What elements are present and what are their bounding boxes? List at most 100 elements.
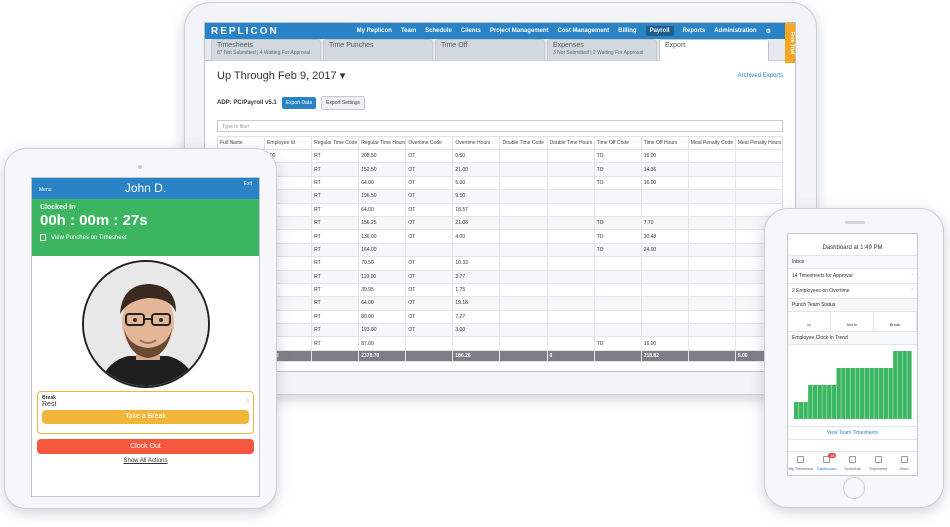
table-row[interactable]: RT 193.00 OT 3.00 — [216, 323, 784, 338]
table-cell — [499, 256, 548, 271]
column-header[interactable]: Regular Time Code — [311, 136, 360, 150]
settings-gear-icon[interactable]: ⚙ — [766, 28, 771, 35]
timesheets-approval-item[interactable]: 14 Timesheets for Approval › — [788, 269, 917, 284]
table-cell — [687, 175, 736, 191]
tab-export[interactable]: Export — [659, 39, 769, 61]
status-break[interactable]: Break — [874, 312, 917, 331]
view-punches-link[interactable]: View Punches on Timesheet — [40, 234, 251, 241]
show-all-actions-link[interactable]: Show All Actions — [32, 458, 259, 464]
table-cell: RT — [311, 202, 360, 217]
table-row[interactable]: 701RT64.00OT18.57 — [216, 202, 784, 217]
nav-item-billing[interactable]: Billing — [618, 28, 636, 34]
table-row[interactable]: 315RT164.00TO24.00 — [216, 242, 784, 258]
column-header[interactable]: Overtime Hours — [452, 136, 501, 150]
nav-item-clients[interactable]: Clients — [461, 28, 481, 34]
table-cell: OT — [405, 323, 454, 338]
clock-out-button[interactable]: Clock Out — [37, 439, 254, 454]
nav-item-schedule[interactable]: Schedule — [425, 28, 452, 34]
table-cell — [640, 202, 689, 217]
table-row[interactable]: 0RT64.00OT19.18 — [216, 296, 784, 311]
table-row[interactable]: 401RT152.50OT21.00TO14.36 — [216, 162, 784, 177]
table-cell — [593, 202, 642, 217]
archived-exports-link[interactable]: Archived Exports — [738, 73, 783, 79]
free-trial-button[interactable]: Free Trial — [785, 23, 795, 63]
trend-bar — [831, 385, 837, 419]
column-header[interactable]: Overtime Code — [405, 136, 454, 150]
take-break-button[interactable]: Take a Break — [42, 410, 249, 424]
tabbar-my-timesheet[interactable]: My Timesheet — [788, 452, 814, 475]
nav-item-my-replicon[interactable]: My Replicon — [357, 28, 392, 34]
table-cell — [546, 162, 595, 177]
nav-item-administration[interactable]: Administration — [714, 28, 756, 34]
trend-bar — [864, 368, 870, 419]
table-cell: 64.00 — [358, 202, 407, 217]
home-button[interactable] — [843, 477, 865, 499]
nav-item-cost-management[interactable]: Cost Management — [558, 28, 610, 34]
export-data-button[interactable]: Export Data — [281, 97, 317, 109]
total-cell: 0 — [546, 349, 595, 362]
tabbar-expenses[interactable]: Expenses — [865, 452, 891, 475]
table-cell: OT — [405, 148, 454, 164]
punch-tablet-device: Menu John D. Exit Clocked In 00h : 00m :… — [4, 148, 277, 509]
column-header[interactable]: Employee Id — [264, 136, 313, 150]
tabbar-label: Dashboard — [816, 466, 837, 471]
exit-button[interactable]: Exit — [244, 181, 252, 187]
table-cell: 208.50 — [358, 148, 407, 164]
table-row[interactable]: 32RT39.95OT1.75 — [216, 282, 784, 298]
nav-item-team[interactable]: Team — [401, 28, 416, 34]
table-row[interactable]: RT 87.00 TO 16.00 — [216, 336, 784, 351]
column-header[interactable]: Regular Time Hours — [358, 136, 407, 150]
table-cell — [452, 242, 501, 258]
table-cell: RT — [311, 256, 360, 271]
table-cell — [687, 162, 736, 177]
employee-photo — [81, 260, 210, 388]
tab-time-punches[interactable]: Time Punches — [323, 39, 433, 61]
nav-item-reports[interactable]: Reports — [683, 28, 706, 34]
overtime-item[interactable]: 2 Employees on Overtime › — [788, 284, 917, 299]
tabbar-schedule[interactable]: Schedule — [840, 452, 866, 475]
table-cell — [546, 323, 595, 338]
break-type-value: Rest — [42, 401, 57, 408]
table-row[interactable]: 56RT196.50OT9.50 — [216, 189, 784, 204]
column-header[interactable]: Double Time Code — [499, 136, 548, 150]
column-header[interactable]: Double Time Hours — [546, 136, 595, 150]
trend-bar — [897, 351, 903, 419]
table-row[interactable]: 400RT136.00OT4.00TO30.48 — [216, 229, 784, 244]
table-row[interactable]: 129RT64.00OT5.00TO16.00 — [216, 175, 784, 191]
column-header[interactable]: Time Off Hours — [640, 136, 689, 150]
status-not-in[interactable]: Not In — [831, 312, 874, 331]
tabbar-dashboard[interactable]: 15 Dashboard — [814, 452, 840, 475]
nav-item-project-management[interactable]: Project Management — [490, 28, 549, 34]
nav-item-payroll[interactable]: Payroll — [645, 26, 674, 36]
table-row[interactable]: 901RT70.50OT10.33 — [216, 256, 784, 271]
table-cell: 0.50 — [452, 148, 501, 164]
table-cell: RT — [311, 189, 360, 204]
table-cell — [499, 242, 548, 258]
tab-time-off[interactable]: Time Off — [435, 39, 545, 61]
break-card[interactable]: Break Rest › Take a Break — [37, 391, 254, 434]
export-settings-button[interactable]: Export Settings — [321, 96, 366, 110]
table-cell — [734, 148, 784, 164]
tab-expenses[interactable]: Expenses 3 Not Submitted | 2 Waiting For … — [547, 39, 657, 61]
schedule-icon — [848, 456, 856, 463]
tabbar-more[interactable]: More — [891, 452, 917, 475]
column-header[interactable]: Meal Penalty Hours — [734, 136, 784, 150]
status-in[interactable]: In — [788, 312, 831, 331]
filter-input[interactable]: Type to filter — [217, 120, 783, 132]
table-cell — [499, 336, 548, 351]
page-title[interactable]: Up Through Feb 9, 2017 ▾ — [217, 69, 345, 82]
table-cell — [687, 256, 736, 271]
tab-timesheets[interactable]: Timesheets 87 Not Submitted | 4 Waiting F… — [211, 39, 321, 61]
table-row[interactable]: 876RT156.25OT21.08TO7.70 — [216, 215, 784, 231]
table-row[interactable]: 100RT208.50OT0.50TO16.00 — [216, 148, 784, 164]
table-row[interactable]: 7RT80.00OT7.27 — [216, 309, 784, 325]
team-status-header: Punch Team Status — [788, 299, 917, 312]
table-cell — [546, 189, 595, 204]
table-cell — [499, 269, 548, 284]
trend-bar — [803, 402, 808, 419]
column-header[interactable]: Meal Penalty Code — [687, 136, 736, 150]
view-team-timesheets-link[interactable]: View Team Timesheets — [788, 427, 917, 440]
column-header[interactable]: Time Off Code — [593, 136, 642, 150]
table-row[interactable]: 20RT119.00OT3.77 — [216, 269, 784, 284]
trend-bar — [850, 368, 855, 419]
